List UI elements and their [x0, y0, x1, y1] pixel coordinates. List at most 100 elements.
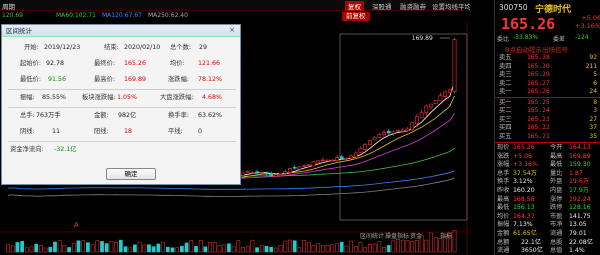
volume-bar [344, 245, 349, 253]
flow-value: -32.1亿 [54, 146, 77, 153]
menu-margin[interactable]: 融资融券 [400, 1, 426, 11]
candle-body [452, 39, 457, 93]
volume-bar [100, 241, 104, 253]
bid-row-5[interactable]: 买五 165.21 35 [495, 133, 600, 142]
bottom-tab[interactable]: 操盘指标 [385, 232, 409, 240]
ma120-value: MA120:67.67 [102, 12, 142, 19]
signal-text[interactable]: B点启动提示出场信号 [505, 44, 568, 54]
dialog-row-prices: 起始价: 92.78 最终价: 165.26 均价: 121.66 [2, 59, 242, 69]
volume-bar [259, 245, 264, 253]
ask-label: 卖一 [499, 88, 512, 95]
bid-volume: 3 [593, 107, 597, 114]
stock-name[interactable]: 宁德时代 [535, 2, 571, 15]
ask-row-3[interactable]: 卖三 165.29 5 [495, 71, 600, 80]
volume-bar [396, 239, 400, 253]
candle-body [292, 167, 297, 169]
current-price: 165.26 [501, 15, 556, 33]
bottom-tab[interactable]: 区间统计 [360, 232, 384, 240]
volume-bar [288, 239, 292, 253]
volume-bar [241, 247, 245, 253]
bottom-tab[interactable]: 指标 [440, 232, 452, 240]
candle-body [353, 152, 358, 158]
dialog-divider [8, 89, 236, 90]
dialog-title-bar[interactable]: 区间统计 × [2, 25, 240, 37]
up-value: 18 [124, 128, 133, 135]
amp-value: 85.55% [42, 94, 67, 101]
ask-price: 165.30 [527, 62, 550, 70]
bid-row-2[interactable]: 买二 165.24 3 [495, 107, 600, 116]
candle-body [410, 122, 415, 130]
bid-row-3[interactable]: 买三 165.23 27 [495, 116, 600, 125]
volume-bar [137, 241, 142, 253]
menu-fq[interactable]: 复权 [345, 1, 364, 11]
bid-row-4[interactable]: 买四 165.22 37 [495, 124, 600, 133]
volume-bar [302, 240, 306, 253]
candle-body [414, 116, 419, 125]
volume-bar [245, 245, 250, 253]
ok-button[interactable]: 确定 [106, 168, 156, 180]
volume-bar [363, 247, 368, 253]
ask-row-1[interactable]: 卖五 165.38 92 [495, 54, 600, 63]
volume-bar [114, 241, 118, 253]
candle-body [396, 130, 401, 132]
candle-body [311, 161, 316, 167]
high-value: 169.89 [124, 76, 147, 83]
volume-bar [43, 247, 48, 253]
menu-set-ma[interactable]: 设置均线 [432, 1, 458, 11]
candle-body [433, 100, 438, 104]
price-change: +5.06 +3.16% [575, 14, 600, 30]
bid-diff-value: -124 [575, 34, 589, 41]
ask-label: 卖三 [499, 71, 512, 78]
volume-bar [118, 239, 123, 253]
stock-code[interactable]: 300750 [499, 3, 528, 12]
close-icon[interactable]: × [227, 26, 237, 35]
menu-hk-connect[interactable]: 深股通 [372, 1, 392, 11]
candle-body [349, 155, 354, 159]
bid-row-1[interactable]: 买一 165.25 8 [495, 99, 600, 108]
candle-body [386, 130, 391, 134]
volume-bar [311, 245, 316, 253]
volume-bar [34, 243, 39, 253]
menu-average[interactable]: 平均 [458, 1, 470, 11]
bid-price: 165.21 [527, 132, 550, 140]
amount-value: 982亿 [118, 112, 137, 119]
fq-badge[interactable]: 前复权 [342, 12, 370, 21]
candle-body [367, 140, 372, 145]
bid-price: 165.24 [527, 107, 550, 114]
volume-bar [208, 242, 212, 253]
candle-body [400, 129, 405, 132]
market-value: 4.68% [202, 94, 223, 101]
chart-toolbar: 周期 复权 深股通 融资融券 设置均线 平均 [0, 0, 470, 11]
bid-label: 买二 [499, 107, 512, 114]
dialog-divider [8, 141, 236, 142]
candle-body [339, 156, 344, 159]
bottom-tab[interactable]: 资金 [410, 232, 422, 240]
volume-bar [231, 246, 236, 253]
period-label[interactable]: 周期 [2, 1, 15, 11]
ask-row-5[interactable]: 卖一 165.26 24 [495, 88, 600, 97]
candle-body [250, 172, 255, 174]
candle-body [344, 158, 349, 160]
ask-label: 卖五 [499, 54, 512, 61]
volume-bar [184, 242, 189, 253]
volume-bar [353, 245, 358, 253]
volume-bar [325, 245, 330, 253]
dialog-title: 区间统计 [6, 27, 32, 35]
amp-label: 振幅: [20, 94, 35, 101]
volume-bar [297, 247, 302, 253]
volume-bar [335, 243, 339, 253]
candle-body [269, 173, 274, 176]
bid-volume: 35 [589, 132, 597, 140]
ask-row-4[interactable]: 卖二 165.27 6 [495, 80, 600, 89]
volume-bar [339, 241, 344, 253]
volume-bar [71, 242, 76, 253]
vol-value: 763万手 [36, 112, 61, 119]
ask-price: 165.26 [527, 88, 550, 95]
volume-bar [358, 241, 363, 253]
ask-row-2[interactable]: 卖四 165.30 211 [495, 63, 600, 72]
volume-bar [217, 245, 222, 253]
dialog-row-flow: 资金净流向: -32.1亿 [2, 145, 242, 155]
change-value: +5.06 [581, 14, 600, 22]
volume-bar [438, 237, 443, 253]
volume-bar [391, 240, 396, 253]
